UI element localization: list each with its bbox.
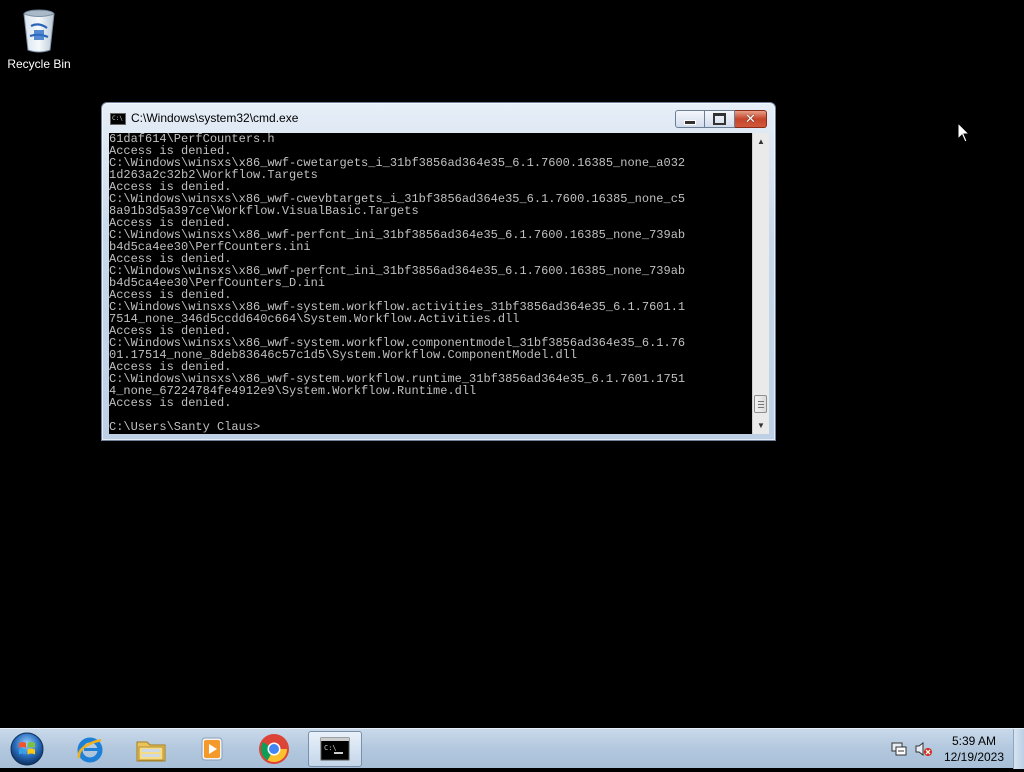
scroll-down-arrow-icon[interactable]: ▼ xyxy=(753,417,769,434)
show-desktop-button[interactable] xyxy=(1013,729,1024,769)
svg-text:C:\: C:\ xyxy=(324,744,337,752)
chrome-icon xyxy=(259,734,289,764)
taskbar-internet-explorer[interactable] xyxy=(63,731,117,767)
recycle-bin-icon xyxy=(19,6,59,54)
close-icon: ✕ xyxy=(745,111,756,127)
volume-muted-icon[interactable] xyxy=(915,741,932,757)
taskbar: C:\ 5:39 AM 12/19/2023 xyxy=(0,728,1024,769)
minimize-icon xyxy=(684,119,696,125)
taskbar-media-player[interactable] xyxy=(185,731,239,767)
desktop-icon-recycle-bin[interactable]: Recycle Bin xyxy=(4,6,74,71)
vertical-scrollbar[interactable]: ▲ ▼ xyxy=(752,133,769,434)
window-titlebar[interactable]: C:\ C:\Windows\system32\cmd.exe ✕ xyxy=(102,103,775,133)
minimize-button[interactable] xyxy=(675,110,705,128)
maximize-button[interactable] xyxy=(705,110,735,128)
scroll-up-arrow-icon[interactable]: ▲ xyxy=(753,133,769,150)
scrollbar-thumb[interactable] xyxy=(754,395,767,413)
cmd-icon: C:\ xyxy=(320,737,350,761)
clock-date: 12/19/2023 xyxy=(943,750,1005,764)
close-button[interactable]: ✕ xyxy=(735,110,767,128)
window-controls: ✕ xyxy=(675,110,767,128)
taskbar-file-explorer[interactable] xyxy=(124,731,178,767)
clock-time: 5:39 AM xyxy=(951,734,997,748)
console-prompt[interactable]: C:\Users\Santy Claus> xyxy=(109,421,752,433)
system-clock[interactable]: 5:39 AM 12/19/2023 xyxy=(938,733,1010,765)
media-player-icon xyxy=(201,737,223,761)
cmd-window[interactable]: C:\ C:\Windows\system32\cmd.exe ✕ 61daf6… xyxy=(101,102,776,441)
console-output[interactable]: 61daf614\PerfCounters.h Access is denied… xyxy=(109,133,752,434)
taskbar-chrome[interactable] xyxy=(247,731,301,767)
mouse-cursor-icon xyxy=(957,121,971,144)
console-line: Access is denied. xyxy=(109,396,232,410)
action-center-icon[interactable] xyxy=(891,741,907,757)
maximize-icon xyxy=(713,113,726,125)
window-title: C:\Windows\system32\cmd.exe xyxy=(131,111,299,125)
start-button[interactable] xyxy=(8,731,46,767)
cmd-app-icon: C:\ xyxy=(110,113,126,125)
internet-explorer-icon xyxy=(77,737,103,763)
start-orb-icon xyxy=(10,732,44,766)
taskbar-cmd[interactable]: C:\ xyxy=(308,731,362,767)
desktop-icon-label: Recycle Bin xyxy=(7,57,71,71)
file-explorer-icon xyxy=(136,741,166,762)
